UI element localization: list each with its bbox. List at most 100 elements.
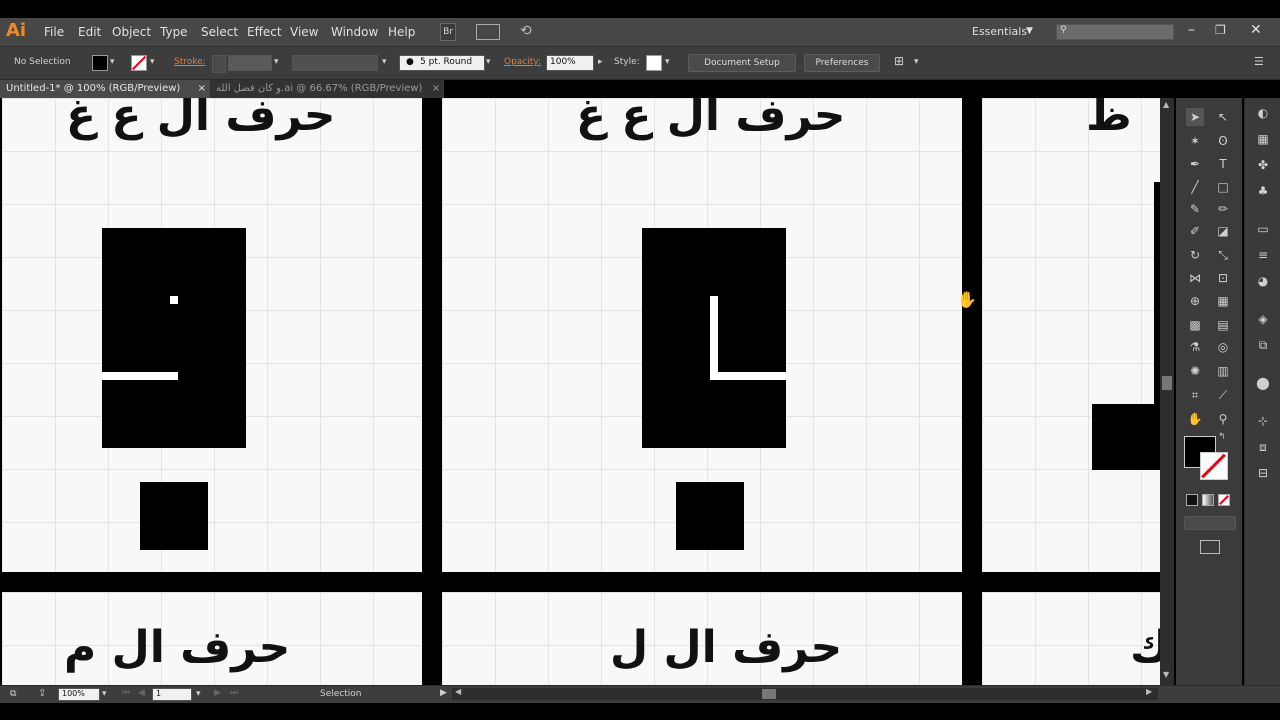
minimize-icon[interactable]: – (1188, 22, 1195, 38)
stroke-weight-stepper[interactable] (212, 55, 226, 73)
share-icon[interactable]: ⇪ (38, 688, 46, 699)
artboard-number-input[interactable]: 1 (152, 688, 192, 701)
arrange-icon[interactable]: ⊞ (894, 54, 904, 68)
menu-select[interactable]: Select (201, 25, 238, 39)
selection-tool-icon[interactable]: ➤ (1186, 108, 1204, 126)
artboard-6[interactable]: ك (982, 592, 1160, 685)
free-transform-tool-icon[interactable]: ⊡ (1214, 269, 1232, 287)
next-artboard-icon[interactable]: ▶ (214, 688, 221, 698)
drawing-modes-icon[interactable] (1184, 516, 1236, 530)
scroll-down-icon[interactable]: ▼ (1163, 670, 1169, 679)
menu-edit[interactable]: Edit (78, 25, 101, 39)
stroke-label[interactable]: Stroke: (174, 57, 206, 67)
last-artboard-icon[interactable]: ⏭ (230, 688, 238, 698)
arrange-documents-icon[interactable] (476, 24, 500, 40)
rotate-tool-icon[interactable]: ↻ (1186, 246, 1204, 264)
artboard-1[interactable]: حرف ال ع غ (2, 98, 422, 572)
menu-window[interactable]: Window (331, 25, 378, 39)
artboard-4[interactable]: حرف ال م (2, 592, 422, 685)
direct-selection-tool-icon[interactable]: ↖ (1214, 108, 1232, 126)
color-mode-icon[interactable] (1186, 494, 1198, 506)
chevron-down-icon[interactable]: ▾ (110, 57, 115, 67)
width-tool-icon[interactable]: ⋈ (1186, 269, 1204, 287)
tab-second-document[interactable]: و كان فضل الله.ai @ 66.67% (RGB/Preview)… (210, 80, 444, 98)
preferences-button[interactable]: Preferences (804, 54, 880, 72)
glyph-dot-square[interactable] (140, 482, 208, 550)
scroll-left-icon[interactable]: ◀ (455, 687, 461, 696)
chevron-down-icon[interactable]: ▾ (196, 689, 201, 699)
vertical-scrollbar[interactable]: ▲ ▼ (1160, 98, 1174, 685)
artboard-2[interactable]: حرف ال ع غ (442, 98, 962, 572)
bridge-button[interactable]: Br (440, 23, 456, 41)
pathfinder-panel-icon[interactable]: ⊟ (1254, 464, 1272, 482)
brush-definition[interactable]: ● 5 pt. Round (399, 55, 485, 71)
layers-panel-icon[interactable]: ◈ (1254, 310, 1272, 328)
screen-mode-icon[interactable] (1200, 540, 1220, 554)
scroll-up-icon[interactable]: ▲ (1163, 100, 1169, 109)
glyph-dot-square[interactable] (676, 482, 744, 550)
status-menu-icon[interactable]: ▶ (440, 688, 447, 698)
chevron-down-icon[interactable]: ▾ (102, 689, 107, 699)
close-icon[interactable]: × (198, 80, 206, 98)
mesh-tool-icon[interactable]: ▩ (1186, 316, 1204, 334)
menu-help[interactable]: Help (388, 25, 415, 39)
type-tool-icon[interactable]: T (1214, 155, 1232, 173)
tab-untitled-1[interactable]: Untitled-1* @ 100% (RGB/Preview) × (0, 80, 210, 98)
scroll-right-icon[interactable]: ▶ (1146, 687, 1152, 696)
opacity-input[interactable]: 100% (546, 55, 594, 71)
workspace-switcher[interactable]: Essentials (972, 25, 1027, 38)
magic-wand-tool-icon[interactable]: ✶ (1186, 132, 1204, 150)
artboard-3[interactable]: ظ (982, 98, 1160, 572)
artboard-nav-icon[interactable]: ⧉ (10, 689, 16, 699)
glyph-block[interactable] (102, 228, 246, 448)
variable-width-profile[interactable] (292, 55, 378, 71)
menu-file[interactable]: File (44, 25, 64, 39)
rectangle-tool-icon[interactable]: □ (1214, 178, 1232, 196)
chevron-down-icon[interactable]: ▾ (274, 57, 279, 67)
gradient-tool-icon[interactable]: ▤ (1214, 316, 1232, 334)
artboard-canvas[interactable]: حرف ال ع غ حرف ال ع غ ظ حرف ال م حرف ال … (0, 98, 1160, 685)
transform-panel-icon[interactable]: ⊹ (1254, 412, 1272, 430)
chevron-right-icon[interactable]: ▸ (598, 57, 603, 67)
align-panel-icon[interactable]: ⧈ (1254, 438, 1272, 456)
gradient-mode-icon[interactable] (1202, 494, 1214, 506)
symbols-panel-icon[interactable]: ♣ (1254, 182, 1272, 200)
chevron-down-icon[interactable]: ▾ (150, 57, 155, 67)
blob-brush-tool-icon[interactable]: ✐ (1186, 222, 1204, 240)
stroke-swatch[interactable] (131, 55, 147, 71)
column-graph-tool-icon[interactable]: ▥ (1214, 362, 1232, 380)
line-tool-icon[interactable]: ╱ (1186, 178, 1204, 196)
artboard-tool-icon[interactable]: ⌗ (1186, 386, 1204, 404)
fill-swatch[interactable] (92, 55, 108, 71)
close-icon[interactable]: × (432, 80, 440, 98)
hand-tool-icon[interactable]: ✋ (1186, 410, 1204, 428)
artboard-5[interactable]: حرف ال ل (442, 592, 962, 685)
pencil-tool-icon[interactable]: ✏ (1214, 200, 1232, 218)
shape-builder-tool-icon[interactable]: ⊕ (1186, 292, 1204, 310)
scale-tool-icon[interactable]: ⤡ (1214, 246, 1232, 264)
close-icon[interactable]: ✕ (1250, 22, 1262, 38)
appearance-panel-icon[interactable]: ⬤ (1254, 374, 1272, 392)
stroke-panel-icon[interactable]: ▭ (1254, 220, 1272, 238)
zoom-tool-icon[interactable]: ⚲ (1214, 410, 1232, 428)
brushes-panel-icon[interactable]: ✤ (1254, 156, 1272, 174)
panel-menu-icon[interactable]: ☰ (1254, 55, 1264, 68)
scrollbar-thumb[interactable] (762, 689, 776, 699)
artboards-panel-icon[interactable]: ⧉ (1254, 336, 1272, 354)
menu-object[interactable]: Object (112, 25, 151, 39)
opacity-label[interactable]: Opacity: (504, 57, 541, 67)
scrollbar-thumb[interactable] (1162, 376, 1172, 390)
blend-tool-icon[interactable]: ◎ (1214, 338, 1232, 356)
perspective-grid-tool-icon[interactable]: ▦ (1214, 292, 1232, 310)
zoom-level-input[interactable]: 100% (58, 688, 100, 701)
none-mode-icon[interactable] (1218, 494, 1230, 506)
graphic-style-swatch[interactable] (646, 55, 662, 71)
color-panel-icon[interactable]: ◐ (1254, 104, 1272, 122)
glyph-block[interactable] (1092, 404, 1160, 470)
swap-colors-icon[interactable]: ↰ (1218, 432, 1226, 442)
previous-artboard-icon[interactable]: ◀ (138, 688, 145, 698)
transparency-panel-icon[interactable]: ◕ (1254, 272, 1272, 290)
menu-type[interactable]: Type (160, 25, 188, 39)
chevron-down-icon[interactable]: ▼ (1026, 26, 1033, 36)
document-setup-button[interactable]: Document Setup (688, 54, 796, 72)
